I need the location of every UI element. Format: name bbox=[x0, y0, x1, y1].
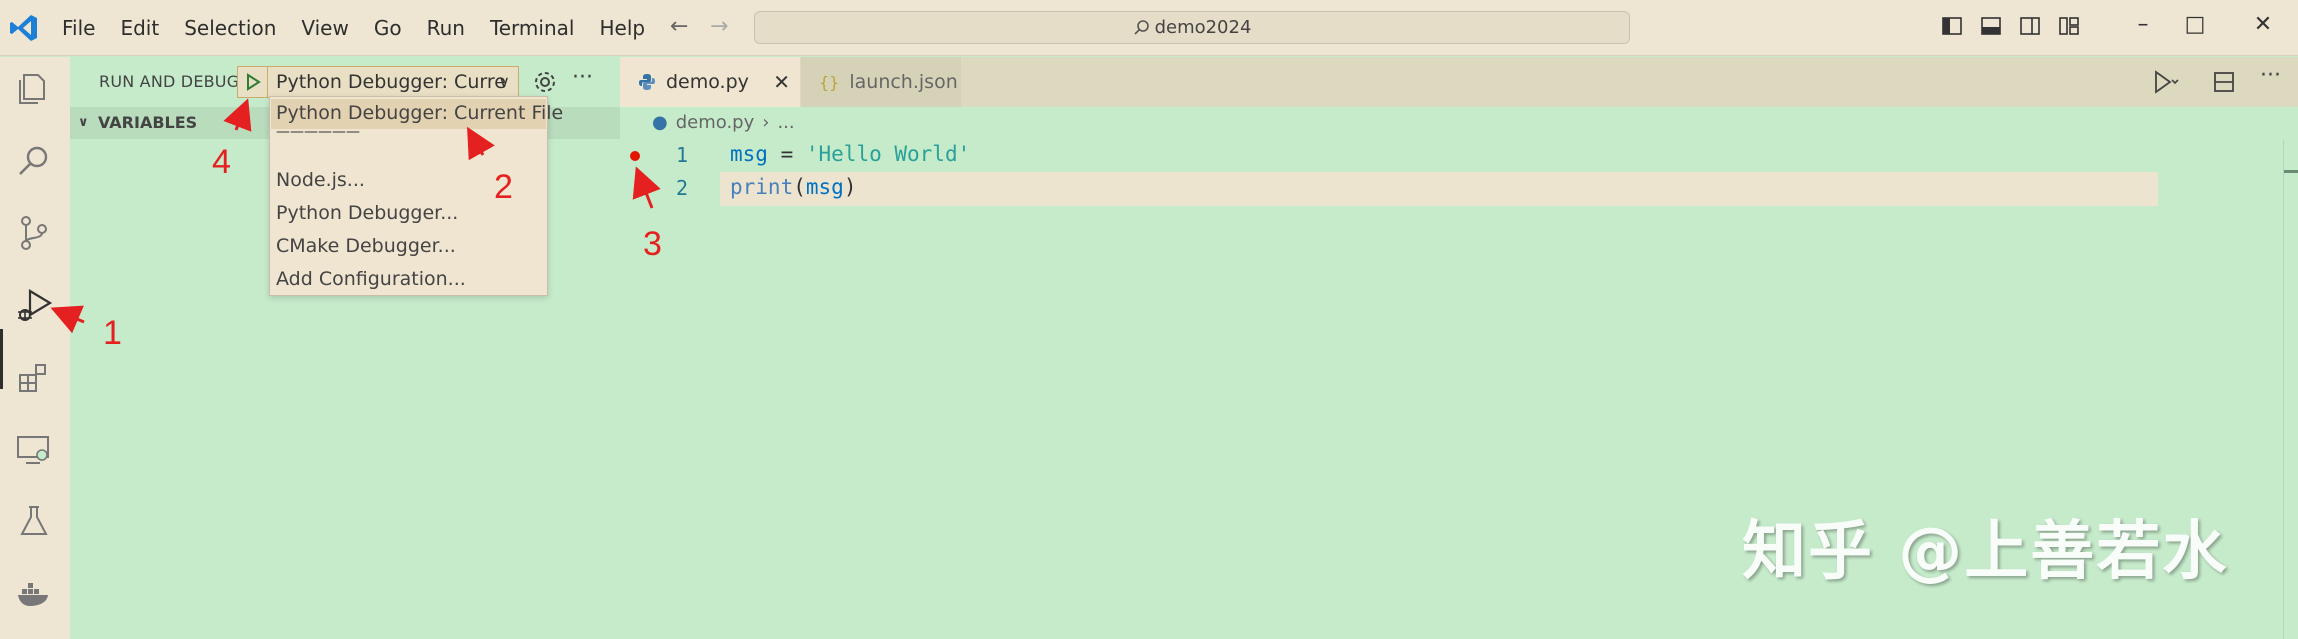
layout-controls bbox=[1940, 14, 2096, 40]
code-token: msg bbox=[805, 175, 844, 199]
breadcrumb-more[interactable]: ... bbox=[777, 112, 794, 133]
close-window-icon[interactable]: ✕ bbox=[2248, 12, 2278, 37]
back-arrow-icon[interactable]: ← bbox=[670, 14, 688, 39]
dropdown-item-python-debugger[interactable]: Python Debugger... bbox=[276, 202, 458, 224]
annotation-number-4: 4 bbox=[212, 143, 231, 181]
menu-selection[interactable]: Selection bbox=[184, 16, 276, 40]
menu-help[interactable]: Help bbox=[599, 16, 645, 40]
activity-bar bbox=[0, 57, 70, 639]
toggle-primary-sidebar-icon[interactable] bbox=[1940, 14, 1966, 40]
tab-label: launch.json bbox=[849, 71, 958, 93]
code-token: msg bbox=[730, 142, 768, 166]
gear-icon[interactable] bbox=[532, 69, 558, 95]
split-editor-icon[interactable] bbox=[2210, 69, 2240, 95]
editor-scrollbar[interactable] bbox=[2283, 140, 2298, 639]
minimize-icon[interactable]: – bbox=[2128, 12, 2158, 37]
toggle-panel-icon[interactable] bbox=[1979, 14, 2005, 40]
menu-run[interactable]: Run bbox=[427, 16, 465, 40]
code-token: print bbox=[730, 175, 794, 199]
start-debugging-button[interactable] bbox=[237, 66, 267, 98]
title-bar: File Edit Selection View Go Run Terminal… bbox=[0, 0, 2298, 56]
extensions-icon[interactable] bbox=[14, 357, 54, 397]
menu-file[interactable]: File bbox=[62, 16, 95, 40]
editor-tabs: demo.py ✕ {} launch.json ··· bbox=[620, 57, 2298, 107]
run-and-debug-icon[interactable] bbox=[14, 285, 54, 325]
code-token: = bbox=[767, 142, 806, 166]
close-tab-icon[interactable]: ✕ bbox=[773, 70, 790, 94]
code-line-2[interactable]: print(msg) bbox=[730, 175, 856, 199]
scrollbar-cursor-marker bbox=[2284, 170, 2298, 173]
forward-arrow-icon[interactable]: → bbox=[710, 14, 728, 39]
customize-layout-icon[interactable] bbox=[2057, 14, 2083, 40]
dropdown-separator: —————— bbox=[276, 124, 360, 140]
line-number: 2 bbox=[676, 176, 689, 200]
dropdown-item-current-file[interactable]: Python Debugger: Current File bbox=[276, 102, 563, 124]
code-token: 'Hello World' bbox=[805, 142, 971, 166]
command-center-search[interactable]: demo2024 bbox=[754, 11, 1630, 44]
chevron-expand-icon: ∨ bbox=[78, 115, 89, 130]
search-icon bbox=[1133, 19, 1149, 35]
menu-bar: File Edit Selection View Go Run Terminal… bbox=[62, 0, 670, 56]
chevron-down-icon: ∨ bbox=[498, 72, 510, 91]
debug-configuration-select[interactable]: Python Debugger: Curre ∨ bbox=[267, 66, 519, 98]
run-debug-dropdown-icon[interactable] bbox=[2150, 69, 2180, 95]
tab-demo-py[interactable]: demo.py ✕ bbox=[620, 57, 800, 107]
toggle-secondary-sidebar-icon[interactable] bbox=[2018, 14, 2044, 40]
annotation-number-3: 3 bbox=[643, 225, 662, 263]
chevron-right-icon: › bbox=[762, 112, 770, 133]
editor-more-actions-icon[interactable]: ··· bbox=[2260, 63, 2281, 88]
search-view-icon[interactable] bbox=[14, 141, 54, 181]
variables-label: VARIABLES bbox=[98, 113, 198, 132]
source-control-icon[interactable] bbox=[14, 213, 54, 253]
search-text: demo2024 bbox=[1154, 17, 1252, 38]
sidebar-title: RUN AND DEBUG bbox=[99, 72, 240, 91]
menu-edit[interactable]: Edit bbox=[120, 16, 159, 40]
annotation-number-1: 1 bbox=[103, 314, 122, 352]
code-line-1[interactable]: msg = 'Hello World' bbox=[730, 142, 970, 166]
breakpoint-icon[interactable] bbox=[630, 151, 640, 161]
json-file-icon: {} bbox=[819, 72, 840, 92]
annotation-number-2: 2 bbox=[494, 168, 513, 206]
vscode-logo-icon bbox=[10, 15, 37, 41]
dropdown-item-add-configuration[interactable]: Add Configuration... bbox=[276, 268, 466, 290]
menu-terminal[interactable]: Terminal bbox=[490, 16, 575, 40]
selected-configuration: Python Debugger: Curre bbox=[276, 71, 506, 93]
code-token: ) bbox=[843, 175, 857, 199]
docker-icon[interactable] bbox=[14, 573, 54, 613]
menu-go[interactable]: Go bbox=[374, 16, 402, 40]
explorer-icon[interactable] bbox=[14, 69, 54, 109]
breadcrumb: ● demo.py › ... bbox=[652, 112, 803, 133]
watermark: 知乎 @上善若水 bbox=[1742, 515, 2229, 589]
testing-flask-icon[interactable] bbox=[14, 501, 54, 541]
dropdown-item-nodejs[interactable]: Node.js... bbox=[276, 169, 365, 191]
breadcrumb-file[interactable]: demo.py bbox=[676, 112, 755, 133]
current-line-highlight bbox=[720, 172, 2158, 206]
tab-label: demo.py bbox=[666, 71, 749, 93]
dropdown-item-cmake-debugger[interactable]: CMake Debugger... bbox=[276, 235, 456, 257]
remote-explorer-icon[interactable] bbox=[14, 429, 54, 469]
maximize-icon[interactable]: □ bbox=[2180, 12, 2210, 37]
play-icon bbox=[246, 73, 261, 91]
annotation-arrow-3 bbox=[632, 166, 661, 209]
python-file-icon: ● bbox=[652, 112, 668, 133]
python-file-icon bbox=[639, 74, 655, 90]
line-number: 1 bbox=[676, 143, 689, 167]
code-token: ( bbox=[793, 175, 806, 199]
active-view-indicator bbox=[0, 329, 3, 389]
more-actions-icon[interactable]: ··· bbox=[572, 65, 593, 90]
tab-launch-json[interactable]: {} launch.json bbox=[801, 57, 961, 107]
menu-view[interactable]: View bbox=[301, 16, 348, 40]
